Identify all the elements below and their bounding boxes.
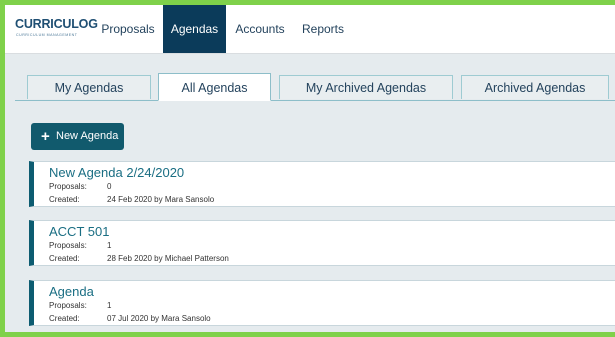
proposals-count: 1	[107, 241, 112, 250]
logo-wordmark: CURRICULOG	[15, 17, 98, 31]
created-label: Created:	[49, 195, 80, 204]
created-value: 07 Jul 2020 by Mara Sansolo	[107, 314, 211, 323]
agenda-card[interactable]: New Agenda 2/24/2020 Proposals: 0 Create…	[29, 161, 615, 207]
nav-agendas[interactable]: Agendas	[163, 5, 226, 53]
proposals-label: Proposals:	[49, 301, 87, 310]
agenda-title[interactable]: New Agenda 2/24/2020	[49, 165, 184, 180]
tab-my-archived-agendas[interactable]: My Archived Agendas	[279, 75, 453, 99]
agenda-title[interactable]: ACCT 501	[49, 224, 109, 239]
agenda-card[interactable]: Agenda Proposals: 1 Created: 07 Jul 2020…	[29, 280, 615, 326]
new-agenda-button[interactable]: + New Agenda	[31, 123, 124, 150]
logo-tagline: CURRICULUM MANAGEMENT	[16, 33, 78, 37]
created-value: 24 Feb 2020 by Mara Sansolo	[107, 195, 215, 204]
proposals-label: Proposals:	[49, 241, 87, 250]
new-agenda-label: New Agenda	[56, 130, 119, 142]
top-navigation: CURRICULOG CURRICULUM MANAGEMENT Proposa…	[5, 5, 615, 54]
agendas-content: My Agendas All Agendas My Archived Agend…	[5, 54, 615, 332]
plus-icon: +	[41, 128, 50, 145]
nav-accounts[interactable]: Accounts	[231, 5, 289, 53]
created-label: Created:	[49, 254, 80, 263]
curriculog-logo[interactable]: CURRICULOG CURRICULUM MANAGEMENT	[15, 17, 98, 47]
tab-archived-agendas[interactable]: Archived Agendas	[461, 75, 609, 99]
agenda-card[interactable]: ACCT 501 Proposals: 1 Created: 28 Feb 20…	[29, 220, 615, 266]
proposals-count: 0	[107, 182, 112, 191]
tab-divider	[15, 100, 615, 101]
nav-reports[interactable]: Reports	[296, 5, 350, 53]
proposals-count: 1	[107, 301, 112, 310]
tab-all-agendas[interactable]: All Agendas	[158, 73, 271, 101]
nav-proposals[interactable]: Proposals	[95, 5, 161, 53]
created-value: 28 Feb 2020 by Michael Patterson	[107, 254, 229, 263]
agenda-title[interactable]: Agenda	[49, 284, 94, 299]
proposals-label: Proposals:	[49, 182, 87, 191]
tab-my-agendas[interactable]: My Agendas	[27, 75, 151, 99]
created-label: Created:	[49, 314, 80, 323]
